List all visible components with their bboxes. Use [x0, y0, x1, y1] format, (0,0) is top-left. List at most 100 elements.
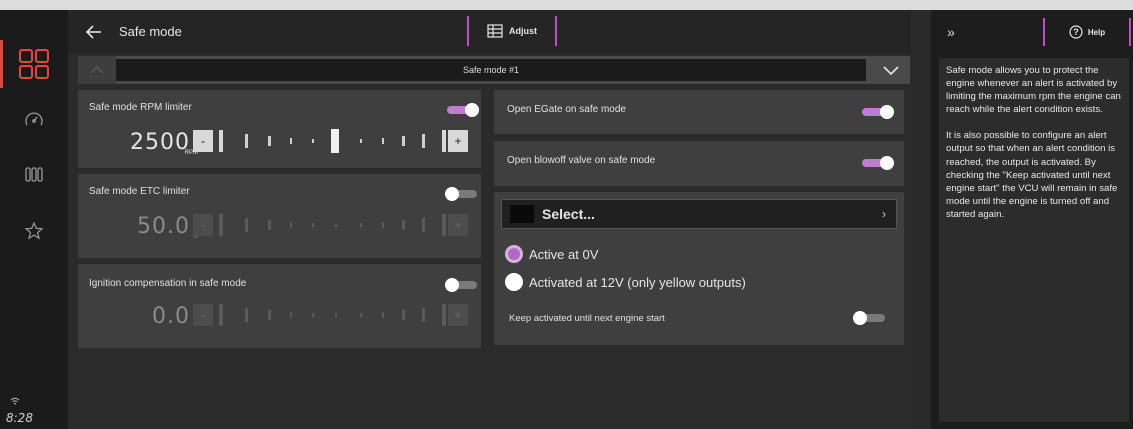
slider-tick: [422, 134, 425, 148]
slider-edge: [219, 214, 223, 236]
ignition-comp-stepper[interactable]: 0.0 ° - +: [78, 300, 480, 334]
slider-tick: [290, 138, 292, 144]
rpm-limiter-card: Safe mode RPM limiter 2500 RPM - +: [78, 90, 481, 168]
radio-active-12v[interactable]: Activated at 12V (only yellow outputs): [505, 273, 746, 291]
etc-plus-button[interactable]: +: [448, 214, 468, 236]
output-color-swatch: [510, 205, 534, 223]
blowoff-label: Open blowoff valve on safe mode: [507, 155, 656, 166]
preset-bar: Safe mode #1: [78, 56, 910, 84]
slider-tick: [382, 312, 384, 318]
output-select[interactable]: Select... ›: [501, 199, 897, 229]
etc-minus-button[interactable]: -: [193, 214, 213, 236]
rpm-limiter-label: Safe mode RPM limiter: [89, 102, 192, 113]
ignition-comp-label: Ignition compensation in safe mode: [89, 278, 247, 289]
help-panel: » ? Help Safe mode allows you to protect…: [931, 10, 1133, 429]
rpm-limiter-stepper[interactable]: 2500 RPM - +: [78, 126, 480, 160]
left-nav: 8:28: [0, 10, 68, 429]
slider-tick: [312, 139, 314, 143]
header-bar: Safe mode Adjust: [68, 10, 911, 54]
chevron-up-icon: [90, 66, 104, 74]
gauges-bars-icon: [25, 167, 43, 182]
collapse-panel-icon[interactable]: »: [947, 24, 955, 40]
help-label: Help: [1087, 27, 1106, 37]
slider-edge: [442, 130, 446, 152]
clock: 8:28: [6, 411, 33, 425]
preset-select[interactable]: Safe mode #1: [116, 59, 866, 81]
top-strip: [0, 0, 1133, 10]
egate-label: Open EGate on safe mode: [507, 104, 626, 115]
keep-activated-label: Keep activated until next engine start: [509, 313, 665, 324]
help-paragraph: Safe mode allows you to protect the engi…: [946, 65, 1121, 116]
nav-bars[interactable]: [0, 150, 68, 198]
nav-gauges[interactable]: [0, 96, 68, 144]
slider-tick: [268, 136, 271, 146]
rpm-minus-button[interactable]: -: [193, 130, 213, 152]
slider-edge: [442, 304, 446, 326]
svg-text:?: ?: [1073, 27, 1079, 37]
gauge-icon: [25, 112, 43, 126]
blowoff-toggle[interactable]: [860, 156, 894, 170]
etc-limiter-card: Safe mode ETC limiter 50.0 % - +: [78, 174, 481, 258]
help-text-box: Safe mode allows you to protect the engi…: [939, 58, 1129, 422]
slider-thumb[interactable]: [331, 129, 339, 153]
slider-tick: [402, 220, 405, 230]
slider-tick: [422, 308, 425, 322]
back-arrow-icon[interactable]: [84, 22, 104, 42]
ignition-comp-card: Ignition compensation in safe mode 0.0 °…: [78, 264, 481, 348]
main-area: Safe mode Adjust Safe mode #1 Safe mode …: [68, 10, 938, 429]
chevron-right-icon: ›: [882, 207, 886, 221]
slider-tick: [382, 222, 384, 228]
star-icon: [24, 221, 44, 240]
slider-tick: [402, 136, 405, 146]
ign-minus-button[interactable]: -: [193, 304, 213, 326]
rpm-limiter-toggle[interactable]: [445, 103, 479, 117]
ign-plus-button[interactable]: +: [448, 304, 468, 326]
page-title: Safe mode: [119, 24, 182, 39]
slider-edge: [219, 304, 223, 326]
preset-dropdown-button[interactable]: [872, 56, 910, 84]
etc-limiter-label: Safe mode ETC limiter: [89, 186, 190, 197]
app-root: 8:28 Safe mode Adjust Safe mode #1 Safe …: [0, 0, 1133, 429]
slider-tick: [290, 312, 292, 318]
blowoff-card: Open blowoff valve on safe mode: [494, 141, 904, 186]
slider-edge: [442, 214, 446, 236]
help-button[interactable]: ? Help: [1043, 18, 1131, 46]
slider-tick: [422, 218, 425, 232]
wifi-icon: [10, 397, 20, 405]
etc-limiter-toggle[interactable]: [445, 187, 479, 201]
slider-tick: [245, 308, 248, 322]
adjust-button[interactable]: Adjust: [467, 16, 557, 46]
alert-output-card: Select... › Active at 0V Activated at 12…: [494, 192, 904, 345]
rpm-plus-button[interactable]: +: [448, 130, 468, 152]
egate-card: Open EGate on safe mode: [494, 90, 904, 134]
slider-tick: [245, 218, 248, 232]
help-circle-icon: ?: [1069, 25, 1083, 39]
ignition-comp-toggle[interactable]: [445, 278, 479, 292]
output-select-label: Select...: [542, 206, 595, 222]
slider-tick: [290, 222, 292, 228]
nav-dashboard[interactable]: [0, 40, 68, 88]
radio-active-0v-label: Active at 0V: [529, 246, 599, 262]
nav-favorites[interactable]: [0, 207, 68, 255]
slider-tick: [382, 138, 384, 144]
radio-active-12v-label: Activated at 12V (only yellow outputs): [529, 274, 746, 290]
slider-tick: [360, 313, 362, 317]
help-paragraph: It is also possible to configure an aler…: [946, 130, 1118, 220]
adjust-label: Adjust: [509, 26, 537, 36]
keep-activated-toggle[interactable]: [853, 311, 887, 325]
slider-tick: [402, 310, 405, 320]
slider-tick: [268, 310, 271, 320]
slider-tick: [268, 220, 271, 230]
help-panel-header: » ? Help: [931, 10, 1133, 54]
slider-tick: [312, 223, 314, 227]
slider-tick: [245, 134, 248, 148]
radio-active-0v[interactable]: Active at 0V: [505, 245, 598, 263]
chevron-down-icon: [883, 65, 899, 75]
radio-dot-selected: [505, 245, 523, 263]
table-grid-icon: [487, 24, 503, 38]
etc-limiter-stepper[interactable]: 50.0 % - +: [78, 210, 480, 244]
egate-toggle[interactable]: [860, 105, 894, 119]
slider-tick: [360, 139, 362, 143]
preset-prev-button[interactable]: [78, 56, 116, 84]
dashboard-grid-icon: [19, 49, 49, 79]
